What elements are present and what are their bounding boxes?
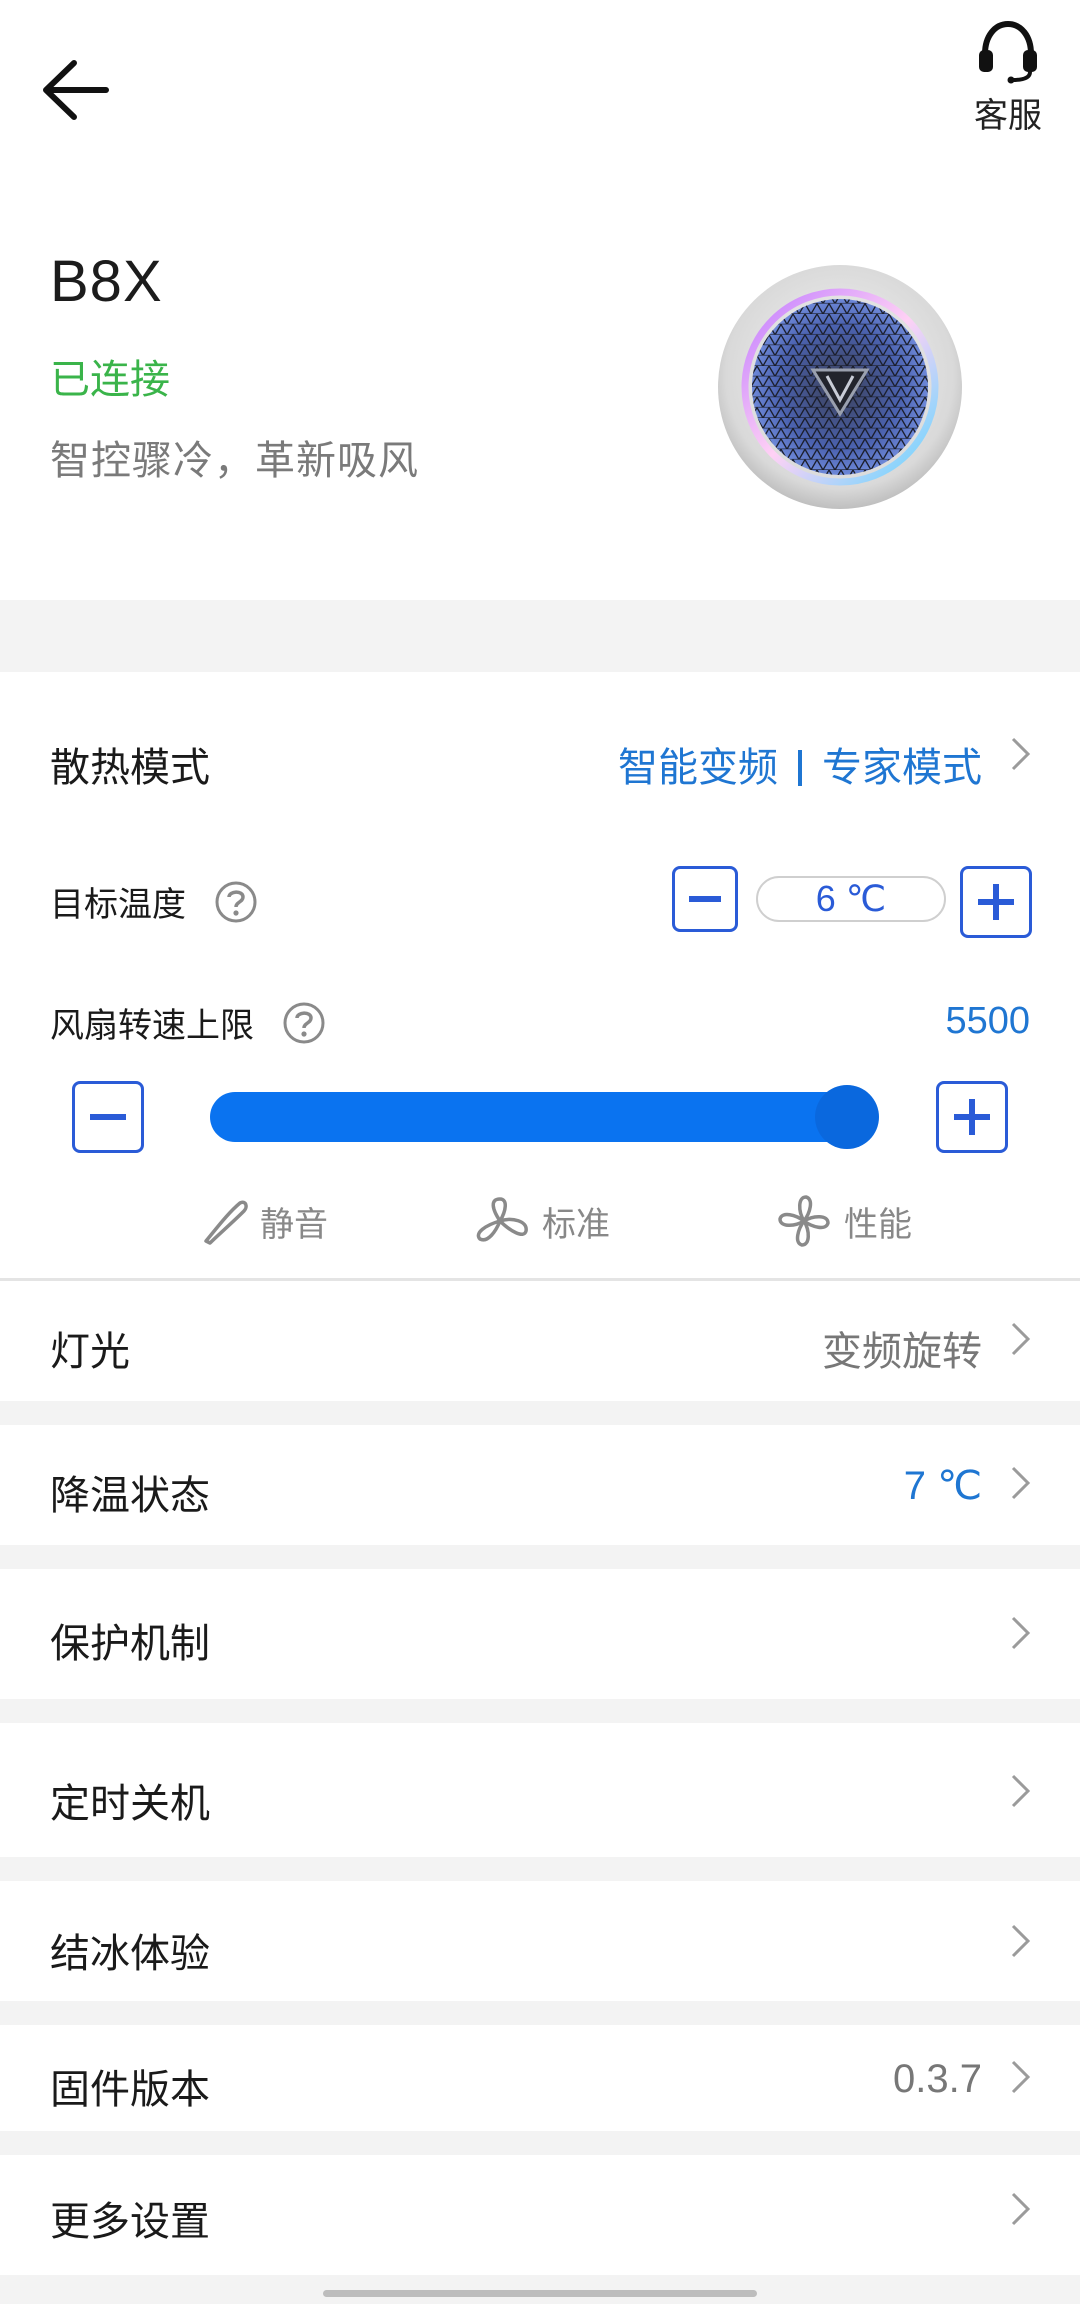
- fan-speed-value: 5500: [945, 1000, 1030, 1042]
- row-firmware-version-label: 固件版本: [50, 2068, 210, 2112]
- home-indicator[interactable]: [323, 2290, 757, 2297]
- plus-icon: [978, 884, 1014, 920]
- row-protection[interactable]: 保护机制: [0, 1569, 1080, 1699]
- target-temp-label: 目标温度: [50, 886, 186, 924]
- fan-blade-2-icon: [476, 1197, 528, 1242]
- preset-standard-label: 标准: [542, 1205, 610, 1244]
- row-freeze-experience[interactable]: 结冰体验: [0, 1881, 1080, 2001]
- device-slogan: 智控骤冷，革新吸风: [50, 439, 419, 483]
- device-image: [718, 265, 962, 509]
- mode-expert: 专家模式: [822, 746, 982, 790]
- fan-speed-label-group: 风扇转速上限: [50, 998, 326, 1047]
- fan-speed-slider-track[interactable]: [210, 1092, 875, 1142]
- chevron-right-icon: [1011, 1322, 1031, 1356]
- row-separator: [0, 1699, 1080, 1723]
- preset-performance[interactable]: 性能: [774, 1191, 912, 1251]
- preset-standard[interactable]: 标准: [474, 1195, 610, 1247]
- row-more-settings-label: 更多设置: [50, 2200, 210, 2244]
- chevron-right-icon: [1011, 737, 1031, 771]
- row-freeze-experience-label: 结冰体验: [50, 1932, 210, 1976]
- target-temp-decrease-button[interactable]: [672, 866, 738, 932]
- minus-icon: [90, 1114, 126, 1120]
- customer-service-button[interactable]: 客服: [958, 18, 1058, 148]
- row-cooling-status-label: 降温状态: [50, 1474, 210, 1518]
- cooling-mode-value: 智能变频 专家模式: [618, 735, 982, 793]
- fan-speed-decrease-button[interactable]: [72, 1081, 144, 1153]
- help-icon[interactable]: [282, 1001, 326, 1045]
- row-timer-shutdown-label: 定时关机: [50, 1782, 210, 1826]
- cooling-mode-row[interactable]: 散热模式 智能变频 专家模式: [0, 672, 1080, 842]
- fan-blade-1-icon: [204, 1200, 248, 1245]
- row-firmware-version[interactable]: 固件版本 0.3.7: [0, 2025, 1080, 2131]
- row-cooling-status-value: 7 ℃: [903, 1464, 982, 1508]
- arrow-left-icon: [43, 60, 109, 120]
- mode-separator: [798, 750, 802, 786]
- chevron-right-icon: [1011, 2192, 1031, 2226]
- row-separator: [0, 1857, 1080, 1881]
- row-protection-label: 保护机制: [50, 1622, 210, 1666]
- preset-silent-label: 静音: [260, 1205, 328, 1244]
- connection-status: 已连接: [50, 358, 170, 402]
- row-lighting-value: 变频旋转: [822, 1330, 982, 1374]
- minus-icon: [689, 896, 721, 902]
- row-separator: [0, 2131, 1080, 2155]
- fan-speed-label: 风扇转速上限: [50, 1007, 254, 1045]
- cooling-mode-label: 散热模式: [50, 746, 210, 790]
- fan-blade-4-icon: [778, 1195, 830, 1247]
- chevron-right-icon: [1011, 1774, 1031, 1808]
- chevron-right-icon: [1011, 1924, 1031, 1958]
- help-icon[interactable]: [214, 880, 258, 924]
- mode-smart-freq: 智能变频: [618, 746, 778, 790]
- fan-speed-increase-button[interactable]: [936, 1081, 1008, 1153]
- fan-speed-slider-thumb[interactable]: [815, 1085, 879, 1149]
- row-more-settings[interactable]: 更多设置: [0, 2155, 1080, 2275]
- chevron-right-icon: [1011, 2060, 1031, 2094]
- plus-icon: [954, 1099, 990, 1135]
- row-separator: [0, 1401, 1080, 1425]
- preset-performance-label: 性能: [844, 1205, 912, 1244]
- customer-service-label: 客服: [974, 97, 1042, 135]
- target-temp-value: 6 ℃: [756, 876, 946, 922]
- section-gap: [0, 600, 1080, 672]
- target-temp-increase-button[interactable]: [960, 866, 1032, 938]
- row-separator: [0, 2001, 1080, 2025]
- chevron-right-icon: [1011, 1466, 1031, 1500]
- row-firmware-version-value: 0.3.7: [893, 2057, 982, 2101]
- row-cooling-status[interactable]: 降温状态 7 ℃: [0, 1425, 1080, 1545]
- target-temp-label-group: 目标温度: [50, 877, 258, 926]
- row-separator: [0, 1545, 1080, 1569]
- device-name: B8X: [50, 249, 163, 314]
- row-lighting-label: 灯光: [50, 1330, 130, 1374]
- preset-silent[interactable]: 静音: [198, 1195, 328, 1247]
- row-timer-shutdown[interactable]: 定时关机: [0, 1723, 1080, 1857]
- headset-icon: [979, 20, 1037, 84]
- row-lighting[interactable]: 灯光 变频旋转: [0, 1281, 1080, 1401]
- chevron-right-icon: [1011, 1616, 1031, 1650]
- back-button[interactable]: [30, 45, 120, 135]
